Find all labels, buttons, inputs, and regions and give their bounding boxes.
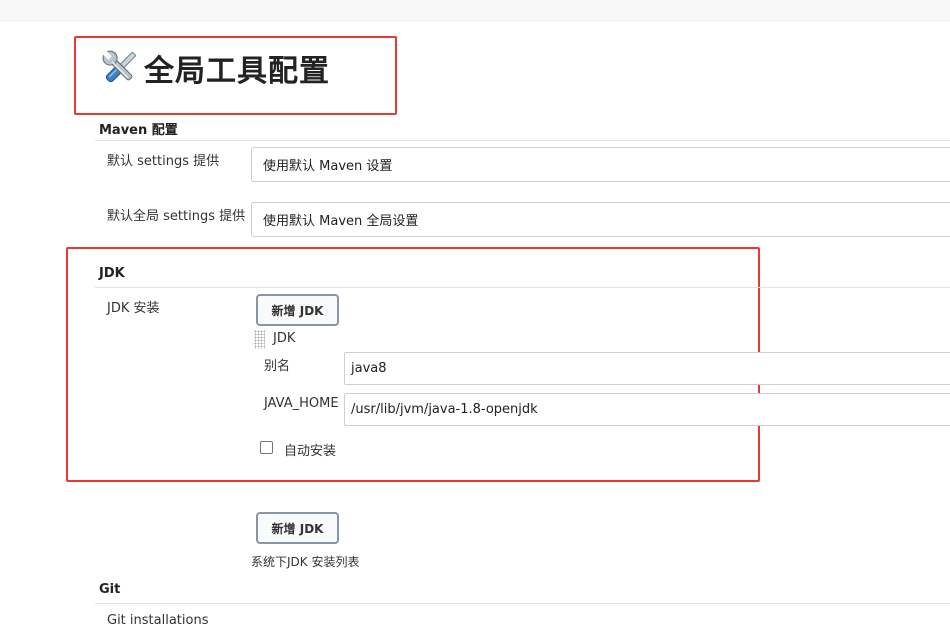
maven-global-settings-select[interactable]: 使用默认 Maven 全局设置 (251, 202, 950, 237)
jdk-alias-input-value: java8 (351, 361, 387, 376)
jdk-list-hint: 系统下JDK 安装列表 (251, 555, 360, 569)
maven-settings-label: 默认 settings 提供 (107, 154, 220, 169)
maven-settings-select-value: 使用默认 Maven 设置 (263, 159, 393, 174)
java-home-input[interactable]: /usr/lib/jvm/java-1.8-openjdk (344, 393, 950, 426)
jdk-alias-label: 别名 (264, 359, 291, 374)
jdk-section-title: JDK (99, 266, 125, 281)
jdk-entry-header: JDK (273, 331, 296, 346)
jdk-section-divider (95, 287, 950, 288)
page-title-text: 全局工具配置 (144, 54, 330, 89)
page-title: 全局工具配置 (98, 46, 330, 90)
jdk-install-label: JDK 安装 (107, 301, 160, 316)
maven-global-settings-label: 默认全局 settings 提供 (107, 209, 246, 224)
java-home-label: JAVA_HOME (264, 396, 339, 411)
maven-section-title: Maven 配置 (99, 123, 178, 138)
jdk-alias-input[interactable]: java8 (344, 352, 950, 385)
java-home-input-value: /usr/lib/jvm/java-1.8-openjdk (351, 402, 538, 417)
add-jdk-button-bottom[interactable]: 新增 JDK (256, 512, 339, 544)
top-bar (0, 0, 950, 21)
drag-handle-icon[interactable] (254, 330, 265, 349)
auto-install-checkbox[interactable] (260, 441, 273, 454)
maven-settings-select[interactable]: 使用默认 Maven 设置 (251, 147, 950, 182)
git-section-divider (95, 603, 950, 604)
tools-icon (102, 50, 136, 83)
maven-global-settings-select-value: 使用默认 Maven 全局设置 (263, 214, 419, 229)
maven-section-divider (95, 140, 950, 141)
add-jdk-button[interactable]: 新增 JDK (256, 294, 339, 326)
git-section-title: Git (99, 582, 121, 597)
git-installations-label: Git installations (107, 613, 209, 628)
auto-install-label: 自动安装 (284, 444, 337, 459)
